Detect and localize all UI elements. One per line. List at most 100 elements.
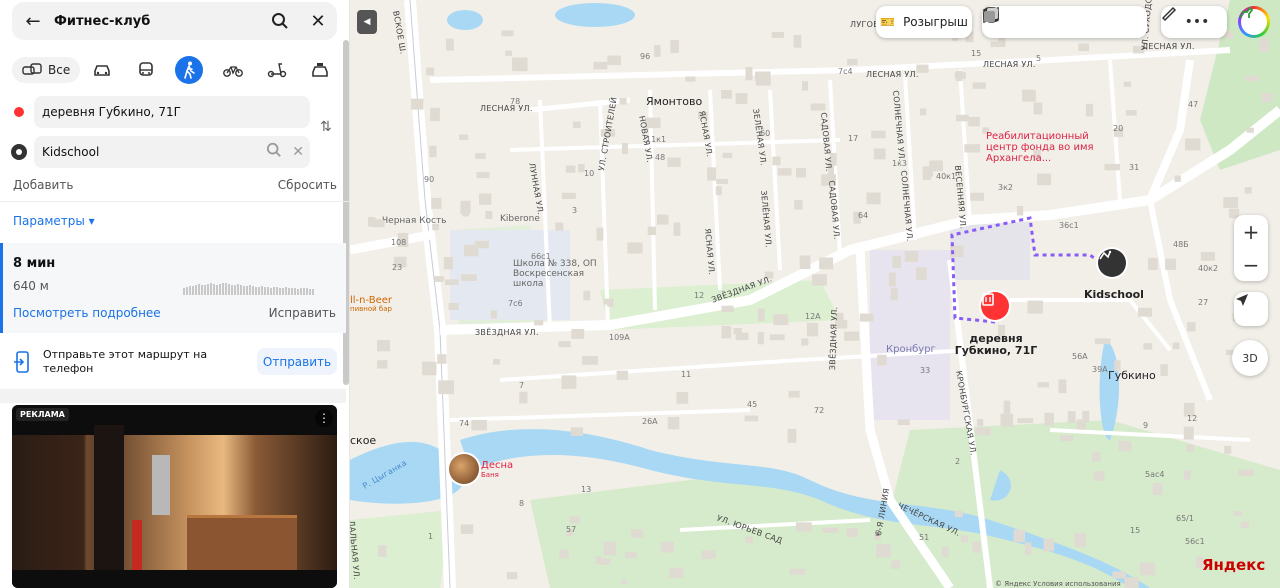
search-query[interactable]: Фитнес-клуб [54,14,261,29]
house-number: 15 [1130,526,1141,535]
phone-arrow-icon [14,351,29,373]
mode-bike-button[interactable] [211,63,255,77]
poi-chernaya-kost[interactable]: Черная Кость [382,216,447,226]
locate-me-button[interactable] [1234,292,1268,326]
building [485,211,493,219]
dino-icon [1239,6,1267,35]
building [461,274,477,281]
poi-rehab-center[interactable]: Реабилитационный центр фонда во имя Арха… [986,131,1096,164]
place-label-skoe: ское [350,434,377,447]
mode-car-button[interactable] [80,63,124,77]
mode-scooter-button[interactable] [255,62,299,78]
swap-arrows-icon[interactable]: ⇅ [320,119,332,135]
map-canvas[interactable]: ◀ Ямонтово Губкино Кронбург ское деревня… [350,0,1280,588]
building [654,45,661,57]
building [1152,482,1163,495]
building [968,116,980,127]
search-icon[interactable] [261,2,299,40]
more-options-icon[interactable]: ⋮ [315,409,333,427]
building [479,193,492,205]
building [506,572,518,580]
end-point-icon [11,144,27,160]
route-to-actions: ✕ [266,136,304,168]
house-number: 65/1 [1176,514,1194,523]
poi-kiberone[interactable]: Kiberone [500,214,540,224]
building [787,428,797,443]
elevation-bar [237,284,239,295]
building [422,361,437,376]
poi-school[interactable]: Школа № 338, ОП Воскресенская школа [513,259,608,289]
mode-walk-button[interactable] [167,56,211,84]
mode-taxi-button[interactable] [298,62,342,78]
building [789,568,805,575]
elevation-bar [225,283,227,295]
house-number: 40к2 [1198,264,1219,273]
building [569,516,581,524]
route-to-field[interactable]: Kidschool ✕ [34,136,310,168]
user-avatar[interactable] [1238,6,1270,38]
start-location-label[interactable]: деревня Губкино, 71Г [946,333,1046,357]
elevation-bar [198,284,200,295]
yandex-logo[interactable]: Яндекс [1202,556,1265,574]
poi-desna[interactable]: Десна [481,460,513,471]
house-number: 5 [1036,54,1042,63]
street-zvezdnaya-1: ЗВЁЗДНАЯ УЛ. [475,328,539,337]
route-fix-link[interactable]: Исправить [269,306,336,320]
advertisement-banner[interactable]: РЕКЛАМА ⋮ [12,405,337,588]
zoom-in-button[interactable]: + [1234,215,1268,248]
collapse-sidebar-button[interactable]: ◀ [357,10,377,34]
route-option-card[interactable]: 8 мин 640 м Посмотреть подробнее Исправи… [0,243,346,333]
add-point-link[interactable]: Добавить [13,178,73,192]
building [721,90,732,99]
raffle-button[interactable]: 🎫 Розыгрыш [876,6,972,38]
place-label-yamontovo[interactable]: Ямонтово [646,95,702,108]
elevation-bar [192,286,194,295]
desna-bath-marker[interactable] [449,454,479,484]
end-location-label[interactable]: Kidschool [1084,288,1144,301]
reset-link[interactable]: Сбросить [278,178,337,192]
end-marker-icon[interactable] [1098,249,1126,277]
building [561,375,577,389]
zoom-out-button[interactable]: − [1234,248,1268,281]
building [631,529,643,538]
close-icon[interactable]: ✕ [299,2,337,40]
waypoint-actions: Добавить Сбросить [13,178,337,192]
start-marker-icon[interactable] [981,292,1009,320]
building [1000,413,1014,427]
sidebar-scrollbar[interactable] [343,40,349,385]
building [916,267,927,281]
building [929,160,943,172]
mode-all-button[interactable]: Все [12,57,81,83]
building [490,310,497,319]
place-label-gubkino[interactable]: Губкино [1108,369,1156,382]
building [1244,187,1252,194]
building [1094,338,1111,345]
more-icon[interactable]: ••• [1185,14,1210,30]
params-dropdown[interactable]: Параметры ▾ [13,214,95,228]
building [1043,538,1055,552]
send-button[interactable]: Отправить [257,348,337,375]
3d-toggle-button[interactable]: 3D [1232,340,1268,376]
building [1085,103,1094,117]
route-details-link[interactable]: Посмотреть подробнее [13,306,161,320]
search-icon[interactable] [266,142,282,162]
house-number: 11 [681,370,692,379]
house-number: 7с6 [508,299,523,308]
house-number: 56с1 [1185,537,1205,546]
place-label-kronburg[interactable]: Кронбург [886,344,936,355]
elevation-bar [300,288,302,295]
search-bar[interactable]: ← Фитнес-клуб ✕ [12,2,337,40]
copyright-text[interactable]: © Яндекс Условия использования [995,580,1121,588]
mode-bus-button[interactable] [124,62,168,78]
building [570,427,584,436]
building [434,276,444,282]
route-from-field[interactable]: деревня Губкино, 71Г [34,96,310,128]
building [707,167,717,181]
building [558,341,571,348]
building [377,360,388,369]
building [1093,471,1105,481]
send-to-phone-row: Отправьте этот маршрут на телефон Отправ… [0,338,346,388]
clear-icon[interactable]: ✕ [292,144,304,160]
elevation-bar [243,286,245,295]
back-arrow-icon[interactable]: ← [12,2,54,40]
